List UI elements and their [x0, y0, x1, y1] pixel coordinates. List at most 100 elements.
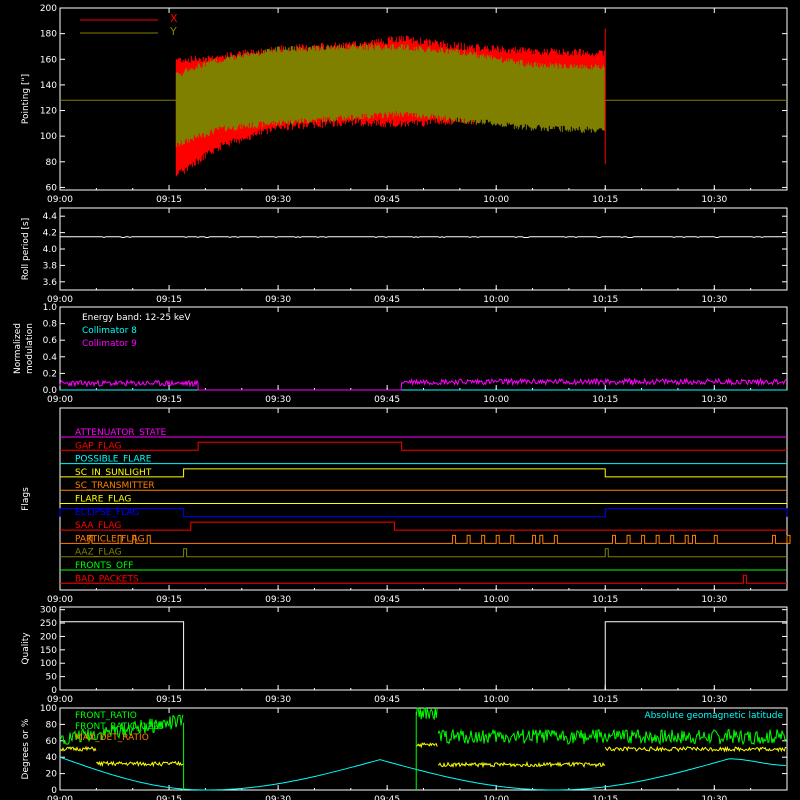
x-tick-label-pointing: 09:30: [265, 195, 291, 205]
flag-label-gap_flag: GAP_FLAG: [75, 441, 121, 451]
y-tick-label-modulation: 0.0: [43, 386, 58, 396]
x-tick-label-quality: 09:15: [156, 695, 182, 705]
y-tick-label-modulation: 0.8: [43, 320, 58, 330]
flag-label-possible_flare: POSSIBLE_FLARE: [75, 455, 152, 465]
x-tick-label-pointing: 10:15: [592, 195, 618, 205]
y-tick-label-quality: 150: [40, 646, 57, 656]
x-tick-label-flags: 09:45: [374, 595, 400, 605]
y-tick-label-quality: 200: [40, 632, 57, 642]
legend-max-det-ratio: MAX_DET_RATIO: [75, 733, 149, 743]
y-axis-label-ratios: Degrees or %: [21, 718, 31, 779]
y-tick-label-pointing: 80: [46, 158, 58, 168]
y-tick-label-quality: 0: [51, 686, 57, 696]
x-tick-label-roll: 09:45: [374, 295, 400, 305]
x-tick-label-pointing: 10:00: [483, 195, 509, 205]
y-axis-label-pointing: Pointing ["]: [21, 74, 31, 124]
y-tick-label-ratios: 80: [46, 720, 58, 730]
legend-x-label: X: [170, 12, 178, 25]
collimator-8-label: Collimator 8: [82, 326, 137, 336]
y-tick-label-ratios: 100: [40, 704, 57, 714]
y-tick-label-modulation: 0.4: [43, 353, 58, 363]
legend-y-label: Y: [169, 25, 177, 38]
x-tick-label-roll: 09:15: [156, 295, 182, 305]
y-tick-label-pointing: 180: [40, 30, 57, 40]
x-tick-label-modulation: 09:30: [265, 395, 291, 405]
x-tick-label-modulation: 10:00: [483, 395, 509, 405]
y-tick-label-roll: 3.8: [43, 261, 58, 271]
x-tick-label-roll: 09:30: [265, 295, 291, 305]
y-axis-label-modulation: modulation: [25, 323, 35, 374]
x-tick-label-flags: 09:30: [265, 595, 291, 605]
legend-front-ratio-1225: FRONT_RATIO_1225: [75, 722, 164, 732]
y-tick-label-quality: 300: [40, 606, 57, 616]
x-tick-label-flags: 09:00: [47, 595, 73, 605]
y-tick-label-quality: 50: [46, 673, 58, 683]
x-tick-label-pointing: 09:45: [374, 195, 400, 205]
x-tick-label-ratios: 10:30: [701, 795, 727, 800]
flag-label-particle_flag: PARTICLE_FLAG: [75, 534, 145, 544]
y-tick-label-modulation: 0.2: [43, 369, 57, 379]
y-tick-label-quality: 100: [40, 659, 57, 669]
x-tick-label-pointing: 09:15: [156, 195, 182, 205]
y-tick-label-pointing: 160: [40, 55, 57, 65]
y-axis-label-flags: Flags: [21, 487, 31, 511]
x-tick-label-modulation: 10:30: [701, 395, 727, 405]
energy-band-label: Energy band: 12-25 keV: [82, 313, 191, 323]
x-tick-label-flags: 10:15: [592, 595, 618, 605]
y-axis-label-quality: Quality: [21, 632, 31, 665]
x-tick-label-pointing: 09:00: [47, 195, 73, 205]
x-tick-label-flags: 10:00: [483, 595, 509, 605]
y-tick-label-ratios: 0: [51, 786, 57, 796]
flag-label-aaz_flag: AAZ_FLAG: [75, 548, 122, 558]
geomagnetic-latitude-label: Absolute geomagnetic latitude: [644, 711, 783, 721]
flag-label-saa_flag: SAA_FLAG: [75, 521, 121, 531]
x-tick-label-quality: 09:45: [374, 695, 400, 705]
y-tick-label-pointing: 120: [40, 107, 57, 117]
x-tick-label-flags: 09:15: [156, 595, 182, 605]
y-tick-label-modulation: 1.0: [43, 303, 58, 313]
flag-label-bad_packets: BAD_PACKETS: [75, 574, 139, 584]
y-tick-label-pointing: 100: [40, 132, 57, 142]
y-tick-label-ratios: 60: [46, 737, 58, 747]
y-tick-label-quality: 250: [40, 619, 57, 629]
flag-label-flare_flag: FLARE_FLAG: [75, 495, 131, 505]
flag-label-sc_in_sunlight: SC_IN_SUNLIGHT: [75, 468, 152, 478]
y-tick-label-modulation: 0.6: [43, 336, 58, 346]
flag-label-sc_transmitter: SC_TRANSMITTER: [75, 481, 155, 491]
x-tick-label-ratios: 09:45: [374, 795, 400, 800]
y-tick-label-ratios: 40: [46, 753, 58, 763]
y-tick-label-roll: 4.0: [43, 245, 58, 255]
flag-label-fronts_off: FRONTS_OFF: [75, 561, 133, 571]
x-tick-label-roll: 10:00: [483, 295, 509, 305]
flag-label-attenuator_state: ATTENUATOR_STATE: [75, 428, 167, 438]
x-tick-label-roll: 10:30: [701, 295, 727, 305]
y-tick-label-ratios: 20: [46, 770, 58, 780]
y-tick-label-pointing: 60: [46, 183, 58, 193]
y-tick-label-pointing: 200: [40, 4, 57, 14]
x-tick-label-modulation: 09:15: [156, 395, 182, 405]
x-tick-label-quality: 10:30: [701, 695, 727, 705]
x-tick-label-flags: 10:30: [701, 595, 727, 605]
x-tick-label-quality: 09:30: [265, 695, 291, 705]
x-tick-label-ratios: 10:15: [592, 795, 618, 800]
x-tick-label-roll: 10:15: [592, 295, 618, 305]
collimator-9-label: Collimator 9: [82, 339, 137, 349]
x-tick-label-ratios: 09:30: [265, 795, 291, 800]
x-tick-label-pointing: 10:30: [701, 195, 727, 205]
y-tick-label-pointing: 140: [40, 81, 57, 91]
x-tick-label-modulation: 09:00: [47, 395, 73, 405]
x-tick-label-ratios: 10:00: [483, 795, 509, 800]
x-tick-label-quality: 10:15: [592, 695, 618, 705]
y-tick-label-roll: 3.6: [43, 278, 58, 288]
y-axis-label-roll: Roll period [s]: [21, 218, 31, 280]
y-tick-label-roll: 4.2: [43, 229, 57, 239]
legend-front-ratio: FRONT_RATIO: [75, 711, 137, 721]
y-axis-label-modulation: Normalized: [13, 323, 23, 374]
x-tick-label-modulation: 10:15: [592, 395, 618, 405]
flag-label-eclipse_flag: ECLIPSE_FLAG: [75, 508, 139, 518]
x-tick-label-ratios: 09:15: [156, 795, 182, 800]
hessi-quicklook-plot: 09:00 09:15 09:30 09:45 10:00 10:15 10:30 60 80 1…: [0, 0, 800, 800]
y-tick-label-roll: 4.4: [43, 212, 58, 222]
x-tick-label-quality: 10:00: [483, 695, 509, 705]
x-tick-label-modulation: 09:45: [374, 395, 400, 405]
